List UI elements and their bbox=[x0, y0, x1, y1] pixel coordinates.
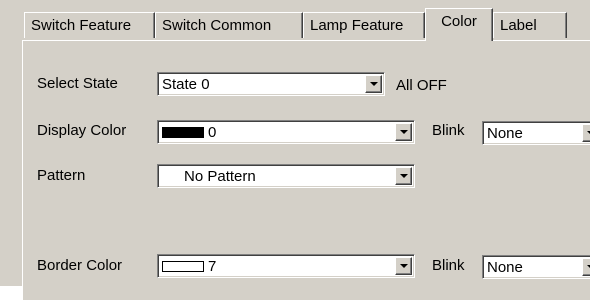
tab-switch-feature[interactable]: Switch Feature bbox=[24, 12, 155, 38]
border-color-label: Border Color bbox=[37, 257, 123, 274]
tab-label: Color bbox=[441, 13, 477, 30]
pattern-label: Pattern bbox=[37, 167, 86, 184]
border-color-blink-label: Blink bbox=[432, 257, 465, 274]
chevron-down-icon[interactable] bbox=[395, 123, 412, 141]
border-color-dropdown[interactable]: 7 bbox=[157, 254, 415, 278]
pattern-value: No Pattern bbox=[184, 168, 256, 185]
tab-label[interactable]: Label bbox=[493, 12, 567, 38]
border-color-value: 7 bbox=[208, 258, 217, 275]
display-color-value: 0 bbox=[208, 124, 217, 141]
tab-switch-common[interactable]: Switch Common bbox=[155, 12, 303, 38]
chevron-down-icon[interactable] bbox=[395, 257, 412, 275]
display-color-label: Display Color bbox=[37, 122, 127, 139]
border-color-blink-value: None bbox=[487, 259, 523, 276]
display-color-blink-label: Blink bbox=[432, 122, 465, 139]
border-color-blink-dropdown[interactable]: None bbox=[482, 255, 590, 279]
chevron-down-icon[interactable] bbox=[582, 258, 590, 276]
properties-dialog: Switch Feature Switch Common Lamp Featur… bbox=[0, 0, 590, 300]
select-state-value: State 0 bbox=[162, 76, 210, 93]
pattern-dropdown[interactable]: No Pattern bbox=[157, 164, 415, 188]
chevron-down-icon[interactable] bbox=[582, 124, 590, 142]
tab-label: Lamp Feature bbox=[310, 17, 404, 34]
color-tab-panel: Select State State 0 All OFF Display Col… bbox=[22, 40, 590, 300]
tab-color[interactable]: Color bbox=[425, 8, 493, 41]
tab-label-text: Label bbox=[500, 17, 537, 34]
select-state-dropdown[interactable]: State 0 bbox=[157, 72, 385, 96]
select-state-label: Select State bbox=[37, 75, 118, 92]
color-swatch bbox=[162, 127, 204, 138]
color-swatch bbox=[162, 261, 204, 272]
chevron-down-icon[interactable] bbox=[365, 75, 382, 93]
chevron-down-icon[interactable] bbox=[395, 167, 412, 185]
display-color-blink-dropdown[interactable]: None bbox=[482, 121, 590, 145]
select-state-note: All OFF bbox=[396, 77, 447, 94]
tab-label: Switch Feature bbox=[31, 17, 132, 34]
display-color-dropdown[interactable]: 0 bbox=[157, 120, 415, 144]
tab-lamp-feature[interactable]: Lamp Feature bbox=[303, 12, 425, 38]
display-color-blink-value: None bbox=[487, 125, 523, 142]
tab-label: Switch Common bbox=[162, 17, 272, 34]
